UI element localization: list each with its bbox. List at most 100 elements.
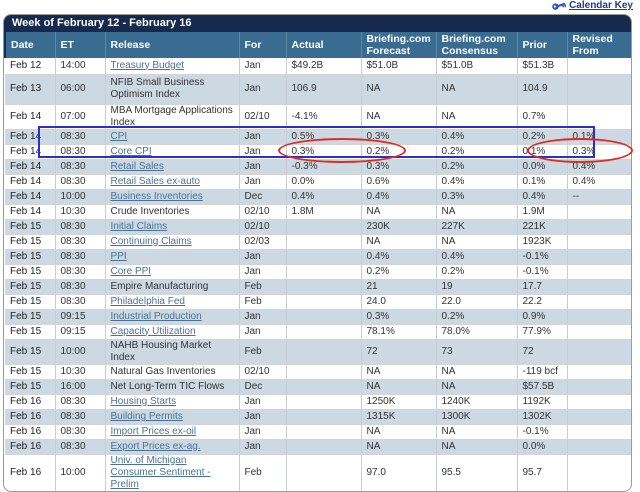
cell-actual	[285, 339, 361, 365]
cell-actual	[285, 279, 361, 295]
cell-actual: 0.5%	[285, 129, 361, 145]
cell-prior: 0.9%	[516, 309, 567, 325]
cell-et: 09:15	[54, 324, 105, 340]
cell-revised-from: 0.4%	[566, 159, 631, 175]
release-name[interactable]: Continuing Claims	[104, 234, 239, 250]
release-name[interactable]: CPI	[104, 129, 239, 145]
cell-actual	[285, 234, 361, 250]
cell-et: 08:30	[54, 424, 105, 440]
col-header-briefing-forecast: Briefing.com Forecast	[360, 32, 436, 58]
cell-et: 08:30	[54, 279, 105, 295]
cell-actual: 0.4%	[285, 189, 361, 205]
cell-et: 09:15	[54, 309, 105, 325]
cell-date: Feb 15	[5, 379, 55, 395]
cell-revised-from	[566, 424, 631, 440]
release-name[interactable]: Building Permits	[104, 409, 239, 425]
cell-revised-from	[566, 394, 631, 410]
cell-prior: 104.9	[516, 74, 567, 105]
cell-revised-from	[566, 204, 631, 220]
table-row: Feb 12 14:00 Treasury Budget Jan $49.2B …	[5, 58, 631, 75]
release-name[interactable]: Export Prices ex-ag.	[104, 439, 239, 455]
cell-briefing-consensus: 0.4%	[435, 249, 517, 265]
table-row: Feb 16 10:00 Univ. of Michigan Consumer …	[5, 454, 631, 491]
cell-date: Feb 12	[5, 58, 55, 75]
cell-revised-from	[566, 364, 631, 380]
cell-briefing-forecast: NA	[360, 379, 436, 395]
cell-briefing-forecast: 72	[360, 339, 436, 365]
cell-for: Jan	[238, 58, 286, 75]
cell-revised-from	[566, 294, 631, 310]
cell-actual: -0.3%	[285, 159, 361, 175]
table-row: Feb 15 08:30 Core PPI Jan 0.2% 0.2% -0.1…	[5, 264, 631, 280]
cell-for: Jan	[238, 409, 286, 425]
table-row: Feb 16 08:30 Building Permits Jan 1315K …	[5, 409, 631, 425]
cell-et: 08:30	[54, 264, 105, 280]
release-name[interactable]: Core PPI	[104, 264, 239, 280]
cell-briefing-forecast: NA	[360, 234, 436, 250]
release-name[interactable]: PPI	[104, 249, 239, 265]
release-name[interactable]: Import Prices ex-oil	[104, 424, 239, 440]
cell-date: Feb 15	[5, 234, 55, 250]
cell-for: Jan	[238, 439, 286, 455]
cell-briefing-consensus: NA	[435, 104, 517, 130]
release-name[interactable]: Univ. of Michigan Consumer Sentiment - P…	[104, 454, 239, 491]
cell-prior: 1923K	[516, 234, 567, 250]
cell-for: Jan	[238, 144, 286, 160]
cell-briefing-consensus: NA	[435, 424, 517, 440]
cell-date: Feb 14	[5, 129, 55, 145]
calendar-key-label: Calendar Key	[569, 0, 633, 11]
table-row: Feb 14 08:30 Retail Sales Jan -0.3% 0.3%…	[5, 159, 631, 175]
cell-actual	[285, 309, 361, 325]
cell-briefing-forecast: 1250K	[360, 394, 436, 410]
release-name: NAHB Housing Market Index	[104, 339, 239, 365]
table-row: Feb 15 09:15 Capacity Utilization Jan 78…	[5, 324, 631, 340]
cell-for: Jan	[238, 249, 286, 265]
col-header-prior: Prior	[516, 32, 567, 58]
table-row: Feb 14 08:30 Retail Sales ex-auto Jan 0.…	[5, 174, 631, 190]
cell-for: Jan	[238, 159, 286, 175]
release-name[interactable]: Treasury Budget	[104, 58, 239, 75]
cell-briefing-consensus: 0.3%	[435, 189, 517, 205]
cell-date: Feb 16	[10, 466, 42, 478]
cell-briefing-forecast: NA	[360, 439, 436, 455]
table-row: Feb 15 10:00 NAHB Housing Market Index F…	[5, 339, 631, 365]
table-row: Feb 15 09:15 Industrial Production Jan 0…	[5, 309, 631, 325]
cell-briefing-consensus: $51.0B	[435, 58, 517, 75]
cell-briefing-consensus: NA	[435, 364, 517, 380]
release-name[interactable]: Retail Sales ex-auto	[104, 174, 239, 190]
release-name[interactable]: Business Inventories	[104, 189, 239, 205]
release-name[interactable]: Housing Starts	[104, 394, 239, 410]
release-name[interactable]: Industrial Production	[104, 309, 239, 325]
cell-briefing-consensus: 78.0%	[435, 324, 517, 340]
cell-et: 07:00	[54, 104, 105, 130]
calendar-table-body: Feb 12 14:00 Treasury Budget Jan $49.2B …	[5, 58, 631, 491]
cell-actual	[285, 249, 361, 265]
cell-date: Feb 15	[5, 364, 55, 380]
cell-briefing-forecast: 21	[360, 279, 436, 295]
cell-date: Feb 16	[5, 394, 55, 410]
cell-briefing-forecast: NA	[360, 424, 436, 440]
cell-for: Feb	[238, 339, 286, 365]
release-name[interactable]: Initial Claims	[104, 219, 239, 235]
cell-briefing-forecast: NA	[360, 74, 436, 105]
table-row: Feb 16 08:30 Import Prices ex-oil Jan NA…	[5, 424, 631, 440]
cell-et: 08:30	[54, 219, 105, 235]
cell-actual: 106.9	[285, 74, 361, 105]
cell-actual	[285, 324, 361, 340]
cell-et: 08:30	[54, 159, 105, 175]
cell-prior: $51.3B	[516, 58, 567, 75]
release-name[interactable]: Core CPI	[104, 144, 239, 160]
release-name[interactable]: Capacity Utilization	[104, 324, 239, 340]
cell-revised-from	[566, 454, 631, 491]
cell-date: Feb 15	[5, 249, 55, 265]
release-name[interactable]: Philadelphia Fed	[104, 294, 239, 310]
calendar-key-link[interactable]: Calendar Key	[552, 0, 633, 11]
cell-revised-from: 0.3%	[566, 144, 631, 160]
week-title: Week of February 12 - February 16	[4, 15, 631, 32]
release-name[interactable]: Retail Sales	[104, 159, 239, 175]
cell-briefing-forecast: 0.2%	[360, 264, 436, 280]
cell-date: Feb 15	[5, 294, 55, 310]
cell-actual	[285, 454, 361, 491]
cell-briefing-forecast: 0.2%	[360, 144, 436, 160]
cell-revised-from	[566, 339, 631, 365]
